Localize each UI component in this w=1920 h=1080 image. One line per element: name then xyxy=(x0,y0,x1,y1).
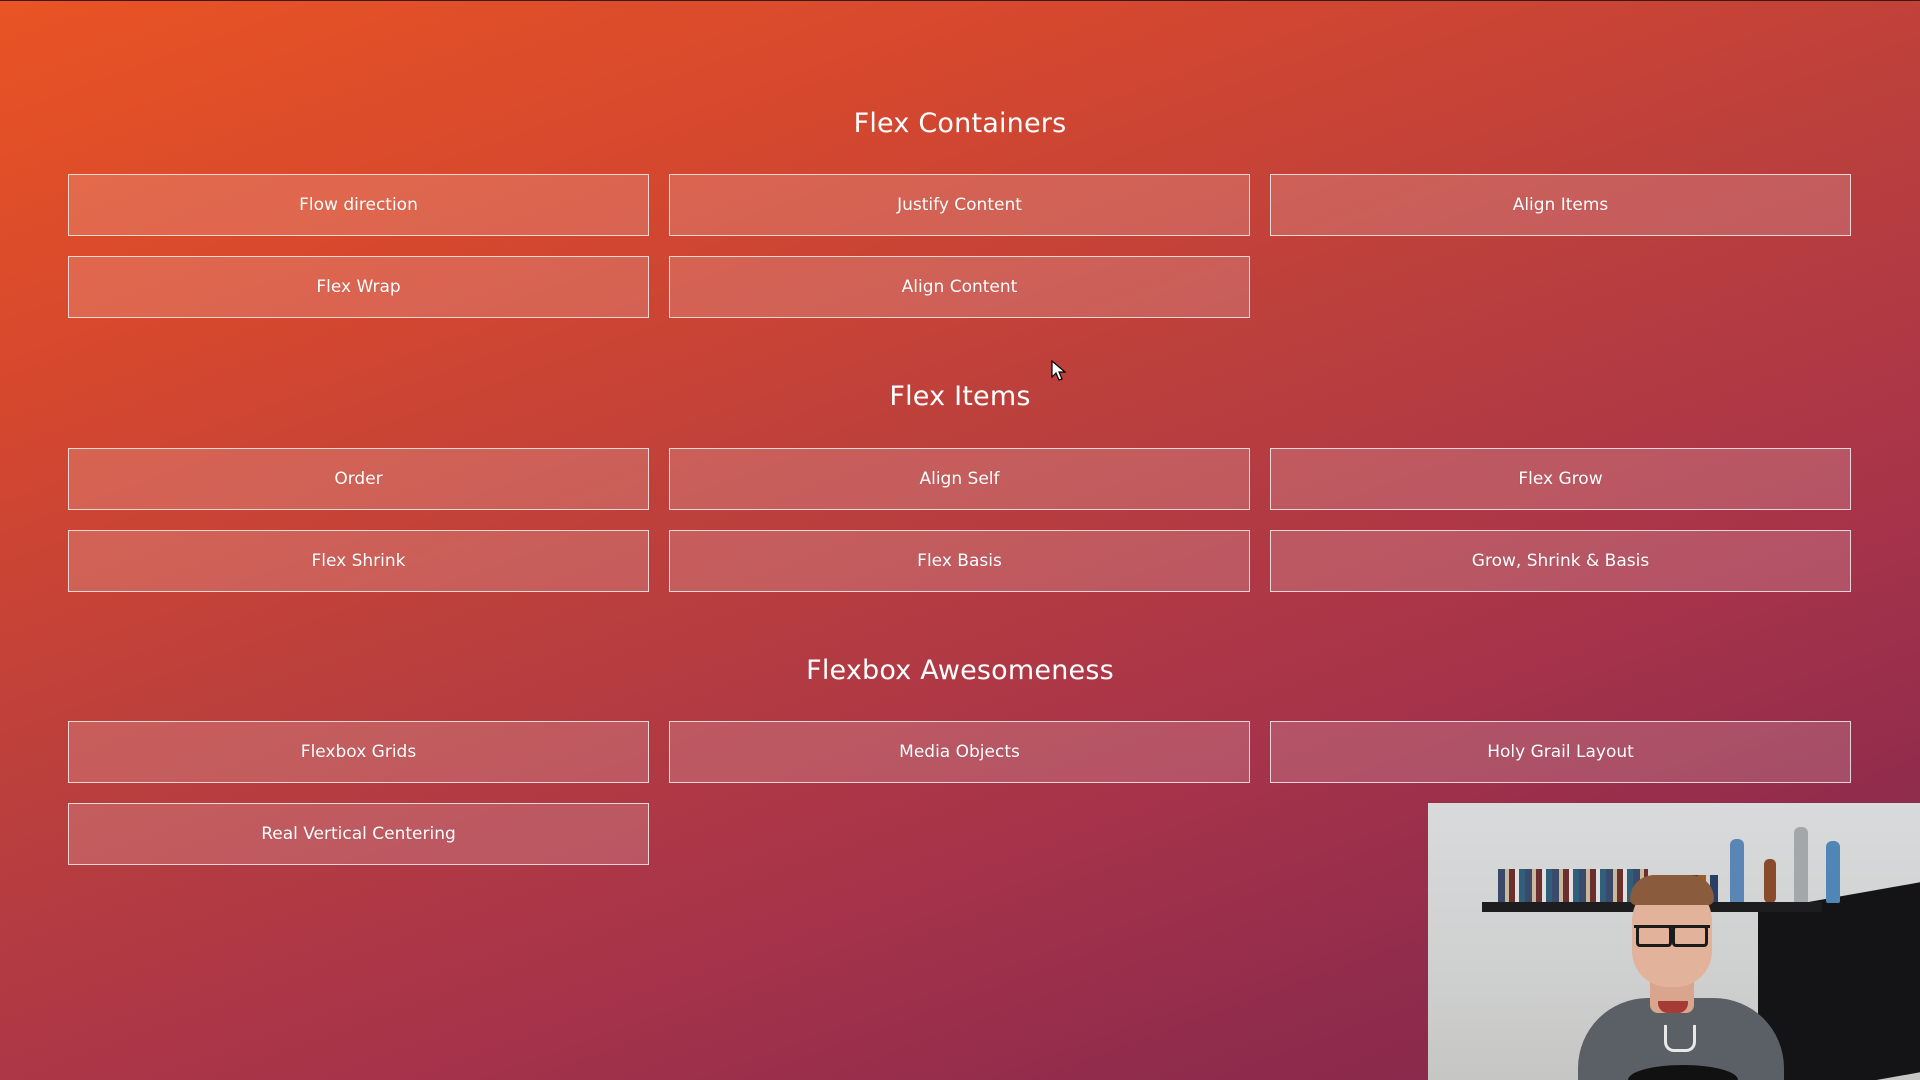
tile-order[interactable]: Order xyxy=(68,448,649,510)
presenter-hoodie-string xyxy=(1664,1025,1696,1052)
presenter-glasses xyxy=(1634,925,1710,947)
grid-flex-items: Order Align Self Flex Grow Flex Shrink F… xyxy=(68,448,1852,592)
section-title-flexbox-awesomeness: Flexbox Awesomeness xyxy=(806,655,1114,686)
tile-flex-basis[interactable]: Flex Basis xyxy=(669,530,1250,592)
section-title-flex-containers: Flex Containers xyxy=(853,108,1067,139)
tile-flex-wrap[interactable]: Flex Wrap xyxy=(68,256,649,318)
tile-flex-shrink[interactable]: Flex Shrink xyxy=(68,530,649,592)
tile-align-content[interactable]: Align Content xyxy=(669,256,1250,318)
webcam-figurine xyxy=(1764,859,1776,903)
tile-media-objects[interactable]: Media Objects xyxy=(669,721,1250,783)
webcam-shelf-books xyxy=(1498,869,1648,902)
webcam-bottle xyxy=(1730,839,1744,903)
presenter-hair xyxy=(1630,875,1714,905)
tile-real-vertical-centering[interactable]: Real Vertical Centering xyxy=(68,803,649,865)
arrow-cursor-icon xyxy=(1051,359,1067,382)
tile-flexbox-grids[interactable]: Flexbox Grids xyxy=(68,721,649,783)
section-title-flex-items: Flex Items xyxy=(889,381,1031,412)
top-border-line xyxy=(0,0,1920,1)
tile-grow-shrink-basis[interactable]: Grow, Shrink & Basis xyxy=(1270,530,1851,592)
tile-align-items[interactable]: Align Items xyxy=(1270,174,1851,236)
grid-flex-containers: Flow direction Justify Content Align Ite… xyxy=(68,174,1852,318)
webcam-overlay xyxy=(1428,803,1920,1080)
tile-flow-direction[interactable]: Flow direction xyxy=(68,174,649,236)
tile-align-self[interactable]: Align Self xyxy=(669,448,1250,510)
tile-holy-grail-layout[interactable]: Holy Grail Layout xyxy=(1270,721,1851,783)
webcam-bottle xyxy=(1826,841,1840,903)
tile-flex-grow[interactable]: Flex Grow xyxy=(1270,448,1851,510)
presenter-collar xyxy=(1658,1001,1688,1013)
tile-justify-content[interactable]: Justify Content xyxy=(669,174,1250,236)
webcam-vase xyxy=(1794,827,1808,903)
